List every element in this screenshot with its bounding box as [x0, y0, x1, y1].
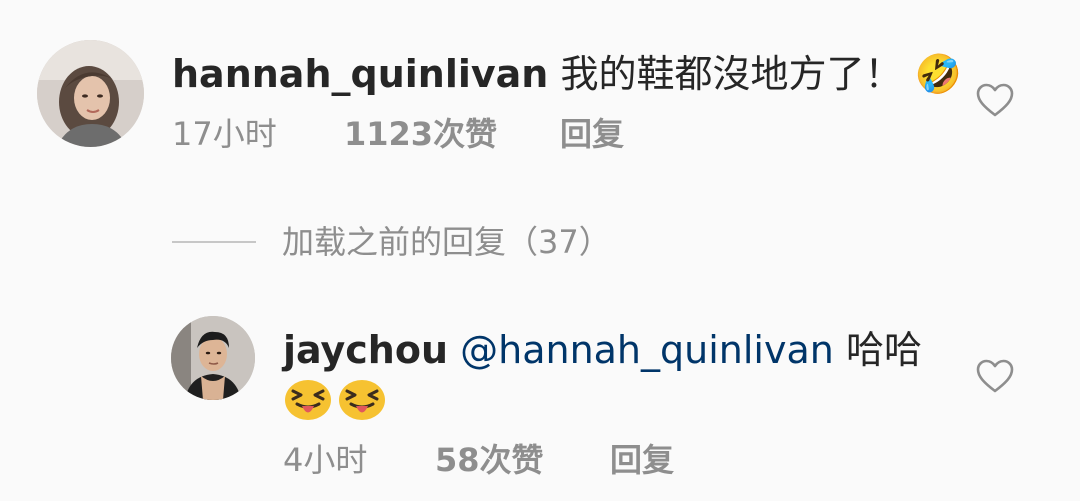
reply-body: 哈哈 [845, 328, 922, 372]
load-previous-replies-label[interactable]: 加载之前的回复（37） [282, 219, 611, 265]
comment-trailing-glyph: 🤣 [914, 52, 962, 96]
reply-username[interactable]: jaychou [283, 328, 448, 372]
comment-body: 我的鞋都沒地方了！ [560, 52, 903, 96]
avatar[interactable] [37, 40, 144, 147]
heart-outline-icon[interactable] [975, 82, 1015, 118]
squinting-face-with-tongue-icon [337, 377, 387, 421]
reply-time: 4小时 [283, 441, 368, 479]
reply-mention-link[interactable]: @hannah_quinlivan [460, 328, 834, 372]
comment-time: 17小时 [172, 115, 277, 153]
reply-likes-count[interactable]: 58次赞 [435, 438, 544, 482]
avatar[interactable] [171, 316, 255, 400]
divider-line [172, 241, 256, 243]
woman-avatar-image [37, 40, 144, 147]
reply-emoji-row [283, 377, 403, 421]
comment-reply-button[interactable]: 回复 [560, 112, 624, 156]
comments-panel: hannah_quinlivan 我的鞋都沒地方了！ 🤣 17小时 1123次赞… [0, 0, 1080, 501]
man-avatar-image [171, 316, 255, 400]
reply-reply-button[interactable]: 回复 [610, 438, 674, 482]
heart-outline-icon[interactable] [975, 358, 1015, 394]
reply-text-line: jaychou @hannah_quinlivan 哈哈 [283, 320, 963, 380]
squinting-face-with-tongue-icon [283, 377, 333, 421]
comment-username[interactable]: hannah_quinlivan [172, 52, 548, 96]
comment-likes-count[interactable]: 1123次赞 [344, 112, 497, 156]
comment-text-line: hannah_quinlivan 我的鞋都沒地方了！ 🤣 [172, 44, 962, 104]
load-previous-replies-button[interactable]: 加载之前的回复（37） [172, 219, 652, 265]
